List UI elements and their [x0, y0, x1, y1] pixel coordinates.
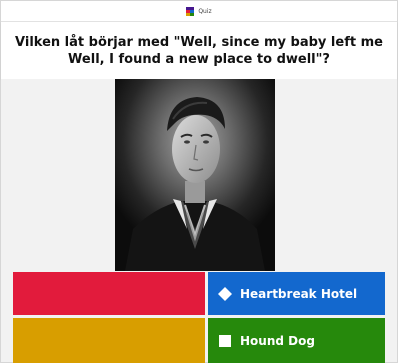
answer-option-yellow[interactable] — [13, 318, 205, 363]
question-panel: Vilken låt börjar med "Well, since my ba… — [1, 22, 397, 79]
app-title: Quiz — [198, 7, 212, 15]
answer-grid: Heartbreak Hotel Hound Dog — [1, 271, 397, 363]
diamond-icon — [218, 286, 232, 301]
quiz-app-icon — [186, 6, 195, 16]
answer-label: Hound Dog — [240, 334, 315, 348]
answer-option-red[interactable] — [13, 272, 205, 315]
answer-option-blue[interactable]: Heartbreak Hotel — [208, 272, 385, 315]
portrait-photo — [115, 79, 275, 271]
quiz-window: Quiz Vilken låt börjar med "Well, since … — [0, 0, 398, 363]
media-area — [1, 79, 397, 271]
question-text: Vilken låt börjar med "Well, since my ba… — [15, 34, 383, 67]
answer-option-green[interactable]: Hound Dog — [208, 318, 385, 363]
answer-label: Heartbreak Hotel — [240, 286, 358, 301]
square-icon — [218, 334, 232, 348]
title-bar: Quiz — [1, 1, 397, 22]
